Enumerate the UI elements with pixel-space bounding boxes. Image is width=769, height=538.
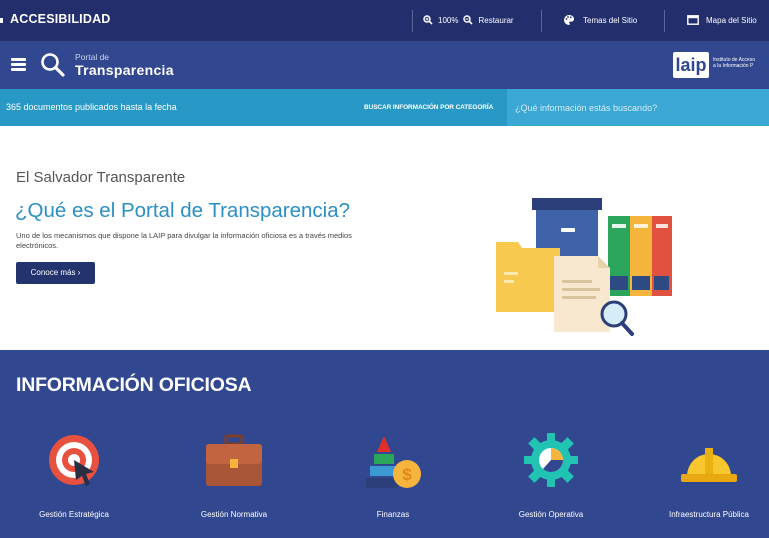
bar-edge-marker xyxy=(0,18,3,23)
palette-icon xyxy=(563,14,575,28)
laip-wordmark: laip xyxy=(673,52,709,78)
window-icon xyxy=(687,14,699,27)
accessibility-title: ACCESIBILIDAD xyxy=(10,12,111,26)
sitemap-label: Mapa del Sitio xyxy=(706,16,757,25)
briefcase-icon xyxy=(204,432,264,492)
category-label: Finanzas xyxy=(376,510,410,519)
hero-kicker: El Salvador Transparente xyxy=(16,169,186,186)
search-box xyxy=(507,89,769,126)
learn-more-button[interactable]: Conoce más › xyxy=(16,262,95,284)
page: ACCESIBILIDAD 100% Restaurar Temas del S… xyxy=(0,0,769,538)
hero-section: El Salvador Transparente ¿Qué es el Port… xyxy=(0,126,769,350)
category-label: Gestión Operativa xyxy=(518,510,584,519)
finance-icon: $ xyxy=(363,432,423,492)
oficiosa-section: INFORMACIÓN OFICIOSA Gestión Estratégica xyxy=(0,350,769,538)
oficiosa-title: INFORMACIÓN OFICIOSA xyxy=(16,374,252,396)
svg-text:$: $ xyxy=(402,465,412,484)
category-gestion-estrategica[interactable]: Gestión Estratégica xyxy=(19,432,129,532)
sitemap-button[interactable]: Mapa del Sitio xyxy=(687,0,757,41)
category-label: Infraestructura Pública xyxy=(668,510,750,519)
laip-logo[interactable]: laip Instituto de Acceso a la Informació… xyxy=(673,52,769,78)
zoom-controls: 100% Restaurar xyxy=(423,0,514,41)
themes-button[interactable]: Temas del Sitio xyxy=(563,0,637,41)
category-infraestructura-publica[interactable]: Infraestructura Pública xyxy=(654,432,764,532)
target-icon xyxy=(44,432,104,492)
search-icon[interactable] xyxy=(40,52,66,83)
site-header: Portal de Transparencia laip Instituto d… xyxy=(0,41,769,89)
portal-title[interactable]: Transparencia xyxy=(75,62,174,78)
search-input[interactable] xyxy=(507,89,769,126)
divider xyxy=(664,10,665,32)
accessibility-bar: ACCESIBILIDAD 100% Restaurar Temas del S… xyxy=(0,0,769,41)
category-gestion-operativa[interactable]: Gestión Operativa xyxy=(496,432,606,532)
menu-icon[interactable] xyxy=(11,58,26,71)
category-gestion-normativa[interactable]: Gestión Normativa xyxy=(179,432,289,532)
hardhat-icon xyxy=(679,432,739,492)
hero-title: ¿Qué es el Portal de Transparencia? xyxy=(15,199,351,222)
portal-subtitle: Portal de xyxy=(75,52,110,62)
archive-illustration xyxy=(490,188,690,338)
category-finanzas[interactable]: $ Finanzas xyxy=(338,432,448,532)
divider xyxy=(412,10,413,32)
divider xyxy=(541,10,542,32)
category-search-button[interactable]: BUSCAR INFORMACIÓN POR CATEGORÍA xyxy=(364,104,493,111)
category-label: Gestión Normativa xyxy=(200,510,268,519)
zoom-out-icon[interactable] xyxy=(463,14,474,27)
document-count: 365 documentos publicados hasta la fecha xyxy=(6,102,177,112)
zoom-in-icon[interactable] xyxy=(423,14,433,27)
restore-button[interactable]: Restaurar xyxy=(478,16,513,25)
laip-tagline-line: a la Información P xyxy=(713,63,754,69)
category-label: Gestión Estratégica xyxy=(39,510,109,519)
hero-description: Uno de los mecanismos que dispone la LAI… xyxy=(16,231,352,250)
gear-chart-icon xyxy=(521,432,581,492)
themes-label: Temas del Sitio xyxy=(583,16,638,25)
laip-tagline: Instituto de Acceso a la Información P xyxy=(713,57,769,69)
zoom-level: 100% xyxy=(438,16,459,25)
